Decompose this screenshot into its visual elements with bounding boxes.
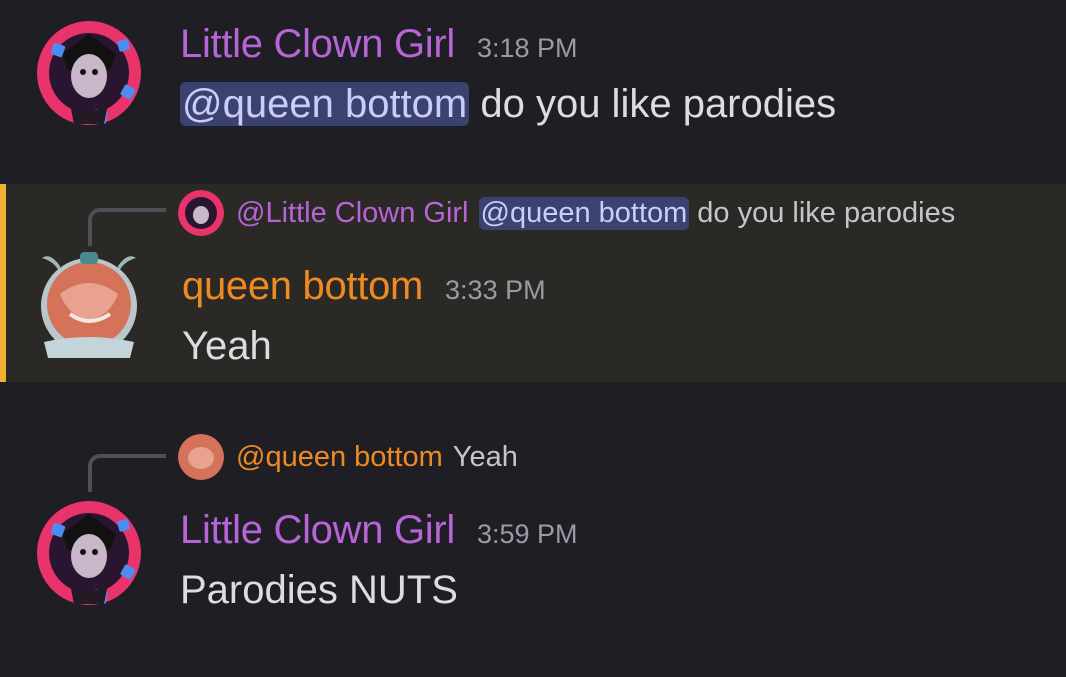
queen-mini-avatar-icon (178, 434, 224, 480)
reply-author[interactable]: @queen bottom (236, 441, 443, 474)
chat-log: Little Clown Girl 3:18 PM @queen bottom d… (0, 0, 1066, 677)
message-header: Little Clown Girl 3:59 PM (180, 508, 578, 553)
message-highlighted[interactable]: @Little Clown Girl @queen bottom do you … (0, 184, 1066, 382)
username[interactable]: Little Clown Girl (180, 508, 455, 552)
reply-spine (88, 454, 166, 492)
reply-preview[interactable]: @queen bottom Yeah (178, 434, 518, 480)
message-content: Yeah (182, 324, 272, 369)
timestamp: 3:18 PM (476, 33, 578, 63)
avatar-little-clown-girl[interactable] (30, 494, 148, 612)
message[interactable]: Little Clown Girl 3:18 PM @queen bottom d… (0, 0, 1066, 170)
message-text: do you like parodies (469, 82, 837, 126)
message-header: queen bottom 3:33 PM (182, 264, 546, 309)
avatar-queen-bottom[interactable] (30, 244, 148, 362)
timestamp: 3:33 PM (445, 275, 546, 305)
avatar-little-clown-girl[interactable] (30, 14, 148, 132)
username[interactable]: Little Clown Girl (180, 22, 455, 66)
message-text: Parodies NUTS (180, 568, 458, 612)
queen-avatar-icon (41, 252, 137, 358)
timestamp: 3:59 PM (476, 519, 578, 549)
reply-spine (88, 208, 166, 246)
message-content: Parodies NUTS (180, 568, 458, 613)
reply-text: do you like parodies (697, 196, 956, 229)
user-mention[interactable]: @queen bottom (180, 82, 470, 126)
reply-avatar (178, 434, 224, 480)
reply-text: Yeah (452, 440, 518, 473)
message-text: Yeah (182, 324, 272, 368)
reply-avatar (178, 190, 224, 236)
clown-avatar-icon (37, 21, 141, 125)
message-content: @queen bottom do you like parodies (180, 82, 836, 127)
message[interactable]: @queen bottom Yeah Little Clown Girl 3:59… (0, 424, 1066, 654)
reply-author[interactable]: @Little Clown Girl (236, 197, 469, 230)
reply-preview[interactable]: @Little Clown Girl @queen bottom do you … (178, 190, 955, 236)
clown-mini-avatar-icon (178, 190, 224, 236)
username[interactable]: queen bottom (182, 264, 423, 308)
message-header: Little Clown Girl 3:18 PM (180, 22, 578, 67)
reply-mention[interactable]: @queen bottom (478, 196, 690, 230)
clown-avatar-icon (37, 501, 141, 605)
